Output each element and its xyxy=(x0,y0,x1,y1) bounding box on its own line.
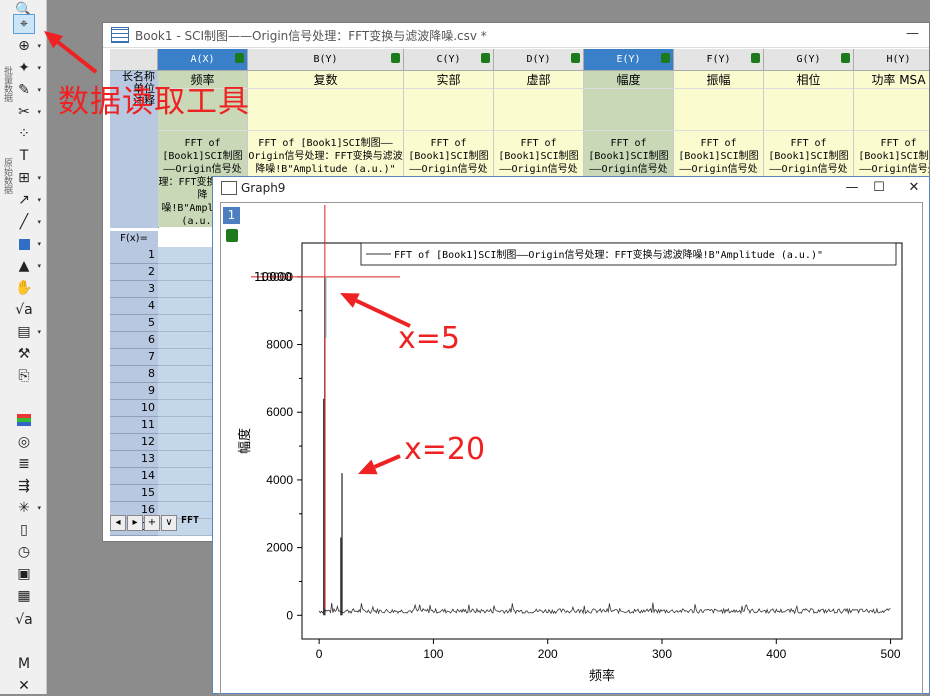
tool-arrow-shaft xyxy=(56,40,98,74)
peak2-arrow-shaft xyxy=(373,454,401,469)
data-reader-tool-annotation: 数据读取工具 xyxy=(58,84,250,120)
peak2-annotation: x=20 xyxy=(404,432,486,467)
peak1-annotation: x=5 xyxy=(398,321,460,356)
